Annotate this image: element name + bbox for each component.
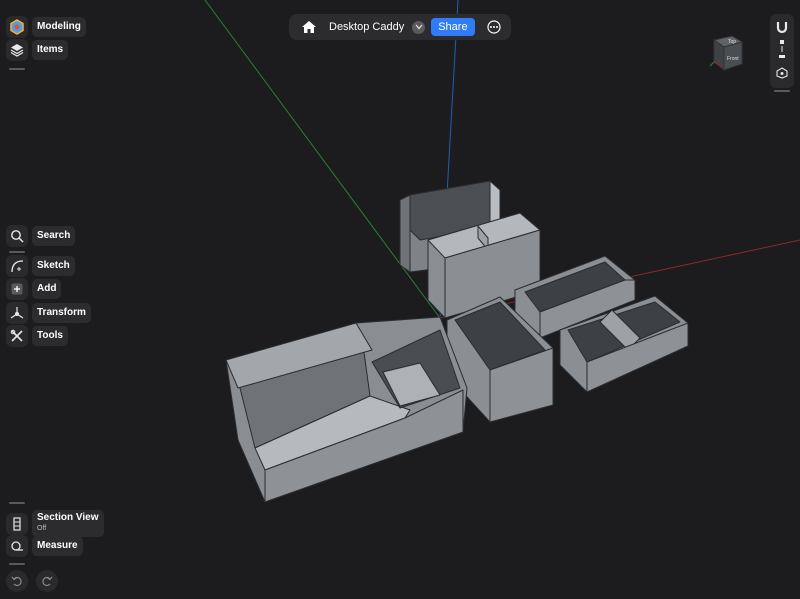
tools-label: Tools: [32, 326, 68, 346]
add-icon: [6, 278, 28, 300]
document-toolbar: Desktop Caddy Share: [289, 14, 511, 40]
home-button[interactable]: [301, 20, 317, 34]
modeling-tool[interactable]: Modeling: [6, 16, 86, 38]
section-view-icon: [6, 512, 28, 535]
section-view-state: Off: [37, 525, 47, 532]
right-toolbar-divider: [774, 90, 790, 92]
view-cube-front-label: Front: [727, 56, 739, 62]
tape-measure-icon: [6, 535, 28, 557]
chevron-down-icon: [415, 24, 423, 30]
redo-icon: [42, 576, 53, 587]
redo-button[interactable]: [36, 570, 58, 592]
items-label: Items: [32, 40, 69, 60]
wrench-screwdriver-icon: [6, 325, 28, 347]
view-cube-top-label: Top: [728, 39, 736, 45]
slider-icon: [779, 40, 785, 58]
sidebar-divider: [9, 563, 25, 565]
y-axis-line: [204, 0, 441, 319]
add-label: Add: [32, 279, 62, 299]
box-large-caddy[interactable]: [225, 316, 468, 503]
right-toolbar: [770, 14, 794, 88]
search-tool[interactable]: Search: [6, 225, 76, 247]
transform-tool[interactable]: Transform: [6, 302, 91, 324]
section-view-title: Section View: [37, 512, 99, 523]
undo-icon: [11, 576, 22, 587]
sketch-label: Sketch: [32, 256, 75, 276]
layers-icon: [6, 39, 28, 61]
search-icon: [6, 225, 28, 247]
grid-scale-button[interactable]: [779, 40, 785, 65]
view-cube[interactable]: Top Front: [706, 32, 748, 76]
document-title[interactable]: Desktop Caddy: [329, 21, 404, 33]
sidebar-divider: [9, 251, 25, 253]
home-icon: [302, 21, 316, 33]
share-button[interactable]: Share: [431, 18, 475, 36]
search-label: Search: [32, 226, 76, 246]
magnet-icon: [776, 22, 788, 34]
snap-button[interactable]: [775, 20, 789, 39]
measure-label: Measure: [32, 536, 83, 556]
3d-viewport[interactable]: [0, 0, 800, 599]
hexagon-app-icon: [6, 16, 28, 38]
more-options-button[interactable]: [486, 20, 501, 34]
sketch-arc-icon: [6, 255, 28, 277]
modeling-label: Modeling: [32, 17, 86, 37]
transform-icon: [6, 302, 28, 324]
items-tool[interactable]: Items: [6, 39, 69, 61]
add-tool[interactable]: Add: [6, 278, 62, 300]
view-settings-button[interactable]: [776, 66, 788, 84]
sidebar-divider: [9, 502, 25, 504]
undo-button[interactable]: [6, 570, 28, 592]
title-menu-button[interactable]: [412, 20, 426, 34]
sketch-tool[interactable]: Sketch: [6, 255, 75, 277]
cube-view-icon: [776, 67, 788, 79]
transform-label: Transform: [32, 303, 91, 323]
tools-tool[interactable]: Tools: [6, 325, 68, 347]
section-view-tool[interactable]: Section View Off: [6, 510, 104, 537]
measure-tool[interactable]: Measure: [6, 535, 83, 557]
section-view-label: Section View Off: [32, 510, 104, 537]
more-icon: [486, 20, 501, 34]
sidebar-divider: [9, 68, 25, 70]
